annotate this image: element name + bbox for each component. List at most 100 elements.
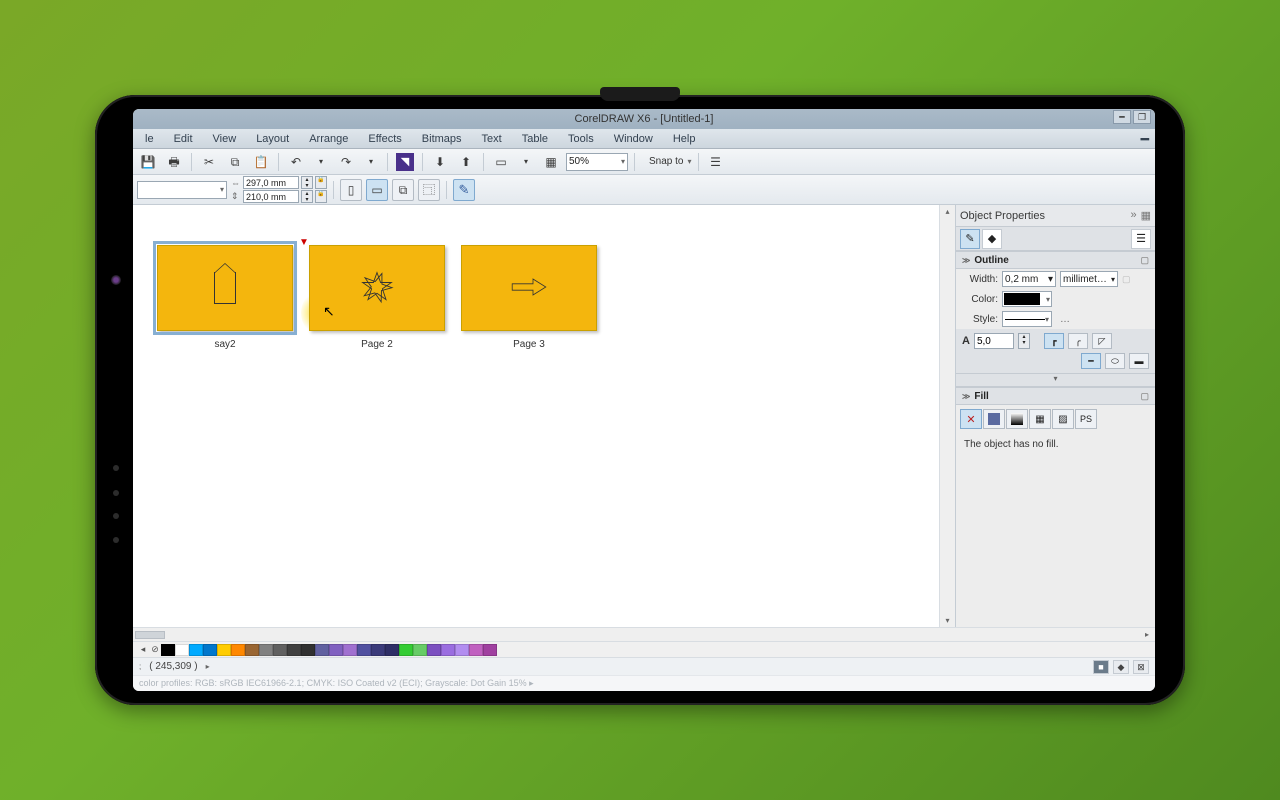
height-lock-icon[interactable]: 🔒 — [315, 190, 327, 203]
corner-bevel-icon[interactable]: ◸ — [1092, 333, 1112, 349]
drawing-canvas[interactable]: ▼ say2 — [133, 205, 939, 627]
menu-tools[interactable]: Tools — [560, 131, 602, 147]
outline-width-extra-icon[interactable]: ▢ — [1122, 274, 1131, 285]
palette-swatch[interactable] — [203, 644, 217, 656]
import-icon[interactable]: ⬇ — [429, 152, 451, 172]
copy-icon[interactable]: ⧉ — [224, 152, 246, 172]
palette-swatch[interactable] — [175, 644, 189, 656]
palette-swatch[interactable] — [483, 644, 497, 656]
undo-icon[interactable]: ↶ — [285, 152, 307, 172]
outline-section-header[interactable]: ≫ Outline ▢ — [956, 251, 1155, 269]
palette-swatch[interactable] — [259, 644, 273, 656]
scrollbar-thumb[interactable] — [135, 631, 165, 639]
menu-view[interactable]: View — [205, 131, 245, 147]
menu-text[interactable]: Text — [474, 131, 510, 147]
miter-limit-input[interactable] — [974, 333, 1014, 349]
scroll-up-icon[interactable]: ▴ — [945, 207, 949, 216]
height-spinner[interactable]: ▴▾ — [301, 190, 313, 203]
all-pages-button[interactable]: ⧉ — [392, 179, 414, 201]
page-thumbnail-2[interactable]: Page 2 — [309, 245, 445, 350]
status-nav-right-icon[interactable]: ▸ — [206, 662, 210, 671]
status-nav-left-icon[interactable]: ; — [139, 662, 141, 671]
outline-style-combo[interactable]: ▾ — [1002, 311, 1052, 327]
palette-swatch[interactable] — [427, 644, 441, 656]
launch-corel-icon[interactable]: ◥ — [394, 152, 416, 172]
palette-swatch[interactable] — [441, 644, 455, 656]
palette-swatch[interactable] — [455, 644, 469, 656]
scroll-down-icon[interactable]: ▾ — [945, 616, 949, 625]
menu-file[interactable]: le — [137, 131, 162, 147]
child-window-restore-button[interactable]: ━ — [1133, 133, 1155, 145]
palette-swatch[interactable] — [231, 644, 245, 656]
snap-to-label[interactable]: Snap to — [649, 156, 683, 167]
uniform-fill-icon[interactable] — [983, 409, 1005, 429]
landscape-button[interactable]: ▭ — [366, 179, 388, 201]
status-none-icon[interactable]: ⊠ — [1133, 660, 1149, 674]
width-spinner[interactable]: ▴▾ — [301, 176, 313, 189]
palette-swatch[interactable] — [315, 644, 329, 656]
snap-to-dropdown-icon[interactable]: ▾ — [687, 157, 691, 166]
menu-effects[interactable]: Effects — [360, 131, 409, 147]
palette-scroll-left-icon[interactable]: ◂ — [137, 644, 149, 656]
menu-help[interactable]: Help — [665, 131, 704, 147]
window-restore-button[interactable]: ❐ — [1133, 110, 1151, 124]
menu-edit[interactable]: Edit — [166, 131, 201, 147]
menu-window[interactable]: Window — [606, 131, 661, 147]
status-fill-icon[interactable]: ◆ — [1113, 660, 1129, 674]
redo-dropdown-icon[interactable]: ▾ — [361, 152, 381, 172]
cap-flat-icon[interactable]: ━ — [1081, 353, 1101, 369]
publish-dropdown-icon[interactable]: ▾ — [516, 152, 536, 172]
print-icon[interactable]: 🖶 — [163, 152, 185, 172]
page-width-input[interactable]: 297,0 mm — [243, 176, 299, 189]
expand-outline-bar[interactable]: ▾ — [956, 373, 1155, 387]
fountain-fill-icon[interactable] — [1006, 409, 1028, 429]
palette-swatch[interactable] — [343, 644, 357, 656]
postscript-fill-icon[interactable]: PS — [1075, 409, 1097, 429]
outline-units-combo[interactable]: millimet… ▾ — [1060, 271, 1118, 287]
docker-menu-icon[interactable]: ▦ — [1141, 209, 1151, 222]
pattern-fill-icon[interactable]: ▦ — [1029, 409, 1051, 429]
palette-swatch[interactable] — [329, 644, 343, 656]
cap-square-icon[interactable]: ▬ — [1129, 353, 1149, 369]
page-thumbnail-1[interactable]: say2 — [157, 245, 293, 350]
scroll-right-icon[interactable]: ▸ — [1141, 630, 1153, 639]
fill-tab-icon[interactable]: ◆ — [982, 229, 1002, 249]
zoom-level-combo[interactable]: 50% ▾ — [566, 153, 628, 171]
no-color-well-icon[interactable]: ⊘ — [149, 644, 161, 656]
palette-swatch[interactable] — [413, 644, 427, 656]
palette-swatch[interactable] — [217, 644, 231, 656]
menu-table[interactable]: Table — [514, 131, 556, 147]
export-icon[interactable]: ⬆ — [455, 152, 477, 172]
palette-swatch[interactable] — [273, 644, 287, 656]
paste-icon[interactable]: 📋 — [250, 152, 272, 172]
redo-icon[interactable]: ↷ — [335, 152, 357, 172]
texture-fill-icon[interactable]: ▨ — [1052, 409, 1074, 429]
corner-round-icon[interactable]: ╭ — [1068, 333, 1088, 349]
page-size-combo[interactable]: ▾ — [137, 181, 227, 199]
cap-round-icon[interactable]: ⬭ — [1105, 353, 1125, 369]
docker-collapse-icon[interactable]: » — [1130, 209, 1136, 222]
outline-color-combo[interactable]: ▾ — [1002, 291, 1052, 307]
menu-bitmaps[interactable]: Bitmaps — [414, 131, 470, 147]
palette-swatch[interactable] — [399, 644, 413, 656]
menu-arrange[interactable]: Arrange — [301, 131, 356, 147]
palette-swatch[interactable] — [385, 644, 399, 656]
corner-miter-icon[interactable]: ┏ — [1044, 333, 1064, 349]
publish-pdf-icon[interactable]: ▭ — [490, 152, 512, 172]
menu-layout[interactable]: Layout — [248, 131, 297, 147]
palette-swatch[interactable] — [161, 644, 175, 656]
dynamic-guides-icon[interactable]: ✎ — [453, 179, 475, 201]
style-more-button[interactable]: … — [1056, 314, 1074, 325]
palette-swatch[interactable] — [357, 644, 371, 656]
palette-swatch[interactable] — [301, 644, 315, 656]
no-fill-icon[interactable]: ✕ — [960, 409, 982, 429]
palette-swatch[interactable] — [371, 644, 385, 656]
docker-header[interactable]: Object Properties » ▦ — [956, 205, 1155, 227]
outline-width-combo[interactable]: 0,2 mm ▾ — [1002, 271, 1056, 287]
palette-swatch[interactable] — [245, 644, 259, 656]
docker-options-icon[interactable]: ☰ — [1131, 229, 1151, 249]
horizontal-scrollbar[interactable]: ▸ — [133, 627, 1155, 641]
section-menu-icon[interactable]: ▢ — [1140, 255, 1149, 266]
undo-dropdown-icon[interactable]: ▾ — [311, 152, 331, 172]
miter-spinner[interactable]: ▴▾ — [1018, 333, 1030, 349]
